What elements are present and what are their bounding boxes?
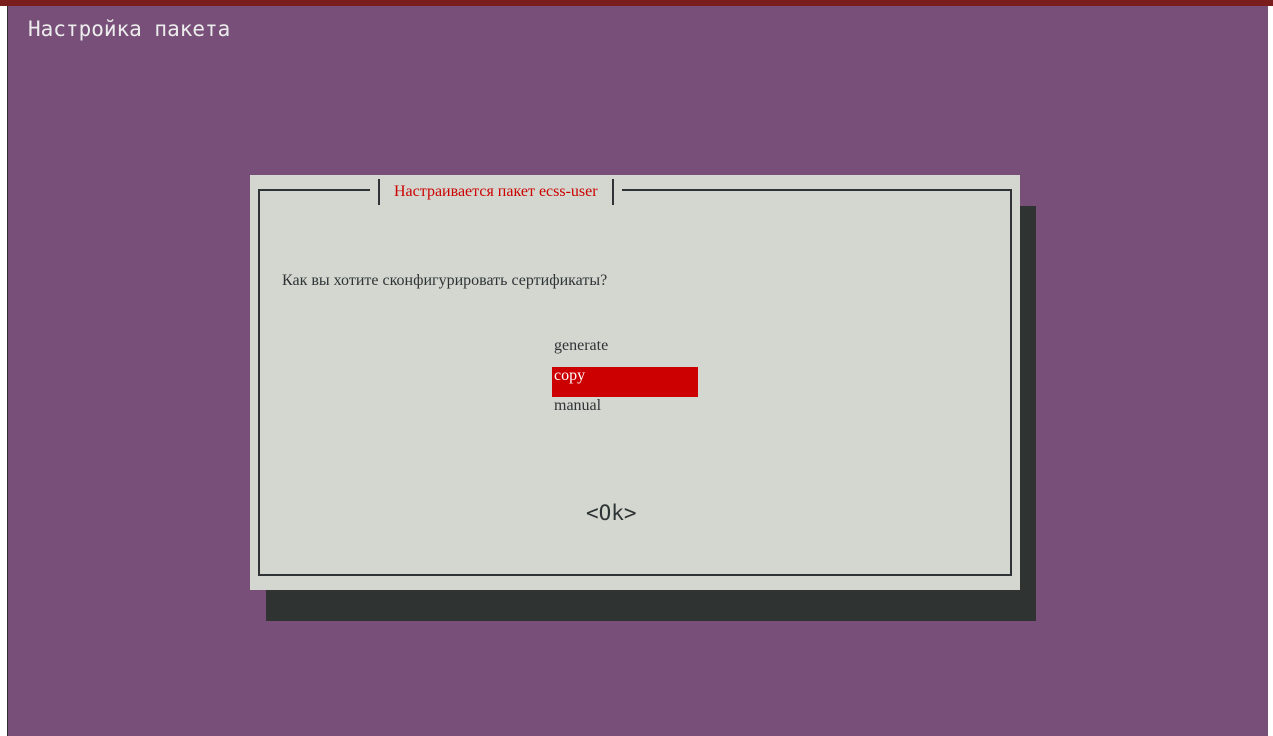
ok-button[interactable]: <Ok> [586, 498, 637, 528]
screen: Настройка пакета Настраивается пакет ecs… [0, 0, 1273, 736]
menu-option-copy[interactable]: copy [552, 367, 698, 397]
dialog-title: Настраивается пакет ecss-user [394, 183, 598, 200]
config-dialog: Настраивается пакет ecss-user Как вы хот… [250, 175, 1020, 590]
menu-option-generate[interactable]: generate [552, 337, 698, 367]
option-menu: generate copy manual [552, 337, 698, 427]
backtitle: Настройка пакета [28, 17, 231, 41]
dialog-question: Как вы хотите сконфигурировать сертифика… [282, 272, 608, 289]
title-right-tick [611, 179, 614, 205]
dialog-title-bar: Настраивается пакет ecss-user [370, 175, 622, 209]
menu-option-manual[interactable]: manual [552, 397, 698, 427]
